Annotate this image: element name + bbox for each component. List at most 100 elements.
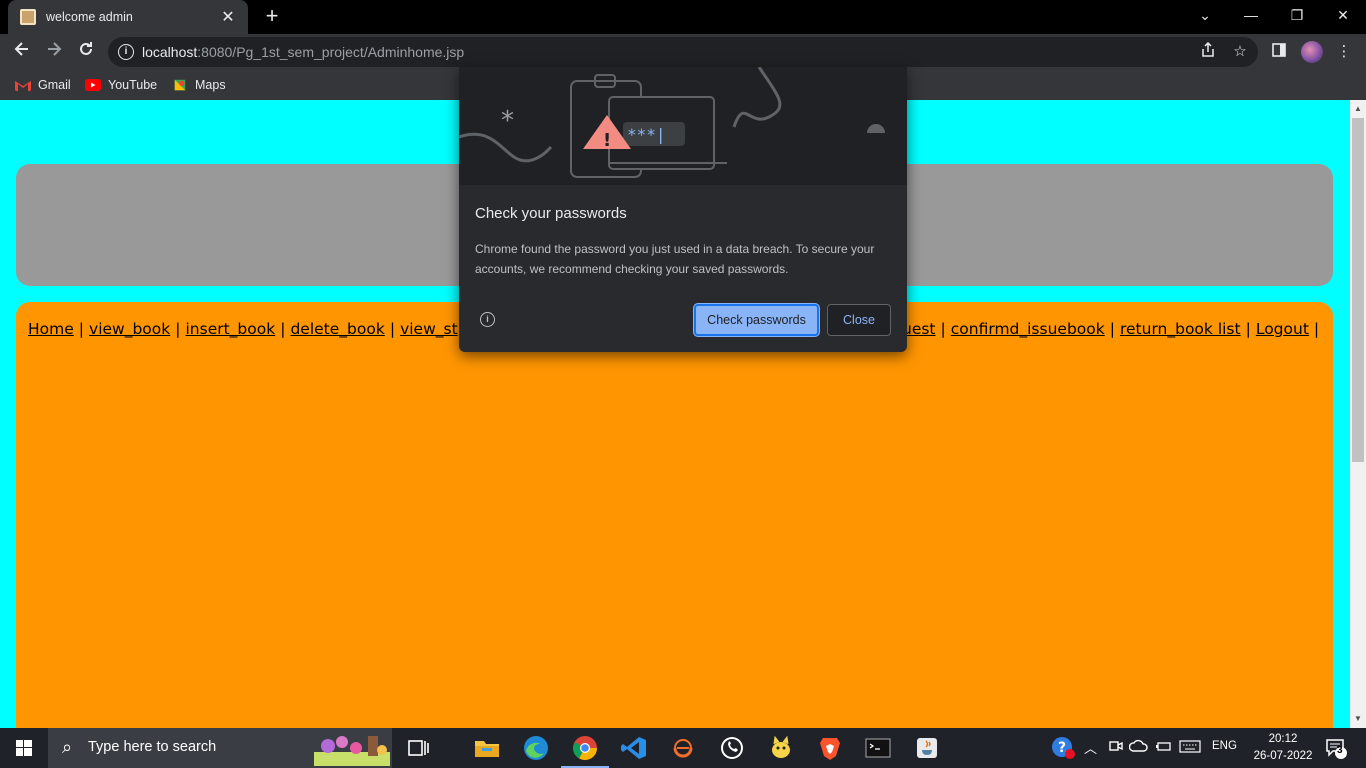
- nav-separator: |: [175, 320, 181, 338]
- eclipse-button[interactable]: [668, 734, 698, 762]
- nav-link-delete-book[interactable]: delete_book: [290, 320, 384, 338]
- nav-link-logout[interactable]: Logout: [1256, 320, 1309, 338]
- nav-link-view-book[interactable]: view_book: [89, 320, 170, 338]
- tomcat-icon: [772, 735, 790, 758]
- java-button[interactable]: [912, 734, 942, 762]
- profile-avatar[interactable]: [1301, 41, 1323, 63]
- dialog-close-button[interactable]: Close: [827, 304, 891, 336]
- notification-count: 3: [1337, 745, 1343, 756]
- notifications-button[interactable]: 3: [1324, 736, 1348, 763]
- bookmark-label: Gmail: [38, 78, 71, 92]
- window-close-button[interactable]: ✕: [1320, 0, 1366, 32]
- task-view-icon: [408, 740, 429, 756]
- meet-now-icon[interactable]: [1108, 738, 1124, 757]
- onedrive-icon[interactable]: [1128, 738, 1149, 757]
- language-indicator[interactable]: ENG: [1212, 740, 1237, 752]
- url-text[interactable]: localhost:8080/Pg_1st_sem_project/Adminh…: [142, 44, 464, 60]
- site-info-icon[interactable]: i: [118, 44, 134, 60]
- youtube-icon: [85, 79, 101, 91]
- bookmark-label: YouTube: [108, 78, 158, 92]
- terminal-icon: [865, 738, 891, 758]
- scroll-up-icon[interactable]: ▲: [1350, 102, 1366, 116]
- back-button[interactable]: [10, 40, 34, 64]
- nav-separator: |: [389, 320, 396, 338]
- file-explorer-button[interactable]: [472, 734, 502, 762]
- check-passwords-dialog: * ***| ! Check your passwords Chrome fou…: [459, 67, 907, 352]
- tab-title: welcome admin: [46, 10, 133, 24]
- bookmark-gmail[interactable]: Gmail: [15, 76, 71, 94]
- show-hidden-icons-icon[interactable]: ︿: [1084, 738, 1097, 757]
- brave-icon: [820, 738, 840, 760]
- chrome-menu-icon[interactable]: ⋮: [1334, 42, 1354, 62]
- keyboard-icon[interactable]: [1179, 738, 1201, 757]
- eclipse-icon: [673, 739, 693, 758]
- admin-nav-menu: Home | view_book | insert_book | delete_book | v…: [28, 320, 458, 338]
- file-explorer-icon: [475, 741, 499, 757]
- tab-search-button[interactable]: ⌄: [1182, 0, 1228, 32]
- new-tab-button[interactable]: +: [260, 5, 284, 29]
- reload-button[interactable]: [74, 40, 98, 64]
- page-scrollbar[interactable]: ▲ ▼: [1350, 100, 1366, 728]
- help-icon[interactable]: ?: [1051, 736, 1075, 763]
- bookmark-youtube[interactable]: YouTube: [85, 76, 157, 94]
- clock-date: 26-07-2022: [1253, 750, 1313, 762]
- vscode-button[interactable]: [619, 734, 649, 762]
- windows-taskbar: ⌕ Type here to search ? ︿ ENG 20:12 26-0…: [0, 728, 1366, 768]
- nav-link-home[interactable]: Home: [28, 320, 74, 338]
- back-arrow-icon: [14, 42, 28, 56]
- whatsapp-icon: [721, 737, 743, 759]
- admin-menu-box: Home | view_book | insert_book | delete_book | v…: [16, 302, 1333, 728]
- restore-button[interactable]: ❐: [1274, 0, 1320, 32]
- clock-time: 20:12: [1268, 733, 1298, 745]
- dialog-info-icon[interactable]: i: [480, 312, 495, 327]
- nav-link-request[interactable]: uest: [902, 320, 936, 338]
- java-icon: [917, 738, 937, 758]
- svg-text:!: !: [603, 130, 611, 151]
- dialog-title: Check your passwords: [475, 205, 627, 222]
- bookmark-star-icon[interactable]: ☆: [1230, 42, 1250, 62]
- reload-icon: [80, 42, 92, 55]
- terminal-button[interactable]: [863, 734, 893, 762]
- tab-close-icon[interactable]: ✕: [220, 7, 236, 27]
- browser-toolbar: i localhost:8080/Pg_1st_sem_project/Admi…: [0, 34, 1366, 70]
- bookmark-maps[interactable]: Maps: [172, 76, 226, 94]
- maps-icon: [174, 79, 186, 91]
- nav-separator: |: [78, 320, 85, 338]
- nav-separator: |: [1109, 320, 1115, 338]
- task-view-button[interactable]: [403, 734, 433, 762]
- nav-separator: |: [1245, 320, 1251, 338]
- whatsapp-button[interactable]: [717, 734, 747, 762]
- admin-nav-menu-right: uest | confirmd_issuebook | return_book list…: [902, 320, 1324, 338]
- tab-strip: welcome admin ✕ + ⌄ — ❐ ✕: [0, 0, 1366, 34]
- edge-icon: [524, 736, 548, 760]
- battery-icon[interactable]: [1155, 738, 1173, 757]
- address-bar[interactable]: i localhost:8080/Pg_1st_sem_project/Admi…: [108, 37, 1258, 67]
- side-panel-icon[interactable]: [1269, 42, 1289, 62]
- nav-link-view-student[interactable]: view_st: [400, 320, 458, 338]
- share-icon[interactable]: [1198, 41, 1218, 62]
- scroll-down-icon[interactable]: ▼: [1350, 712, 1366, 726]
- nav-link-insert-book[interactable]: insert_book: [185, 320, 275, 338]
- brave-button[interactable]: [815, 734, 845, 762]
- nav-link-confirmed-issuebook[interactable]: confirmd_issuebook: [951, 320, 1105, 338]
- browser-tab[interactable]: welcome admin ✕: [8, 0, 248, 34]
- vscode-icon: [621, 737, 646, 759]
- nav-link-return-book-list[interactable]: return_book list: [1120, 320, 1241, 338]
- tomcat-button[interactable]: [766, 734, 796, 762]
- search-placeholder: Type here to search: [88, 739, 217, 755]
- edge-button[interactable]: [521, 734, 551, 762]
- scrollbar-thumb[interactable]: [1352, 118, 1364, 462]
- chrome-icon: [573, 736, 597, 761]
- forward-button[interactable]: [42, 40, 66, 64]
- start-button[interactable]: [0, 728, 48, 768]
- password-breach-illustration: * ***| !: [459, 67, 907, 185]
- forward-arrow-icon: [48, 42, 62, 56]
- taskbar-search-box[interactable]: ⌕ Type here to search: [48, 728, 392, 768]
- minimize-button[interactable]: —: [1228, 0, 1274, 32]
- windows-logo-icon: [16, 740, 32, 756]
- nav-separator: |: [940, 320, 946, 338]
- bookmark-label: Maps: [195, 78, 226, 92]
- system-clock[interactable]: 20:12 26-07-2022: [1248, 731, 1318, 765]
- chrome-button[interactable]: [561, 734, 609, 768]
- check-passwords-button[interactable]: Check passwords: [694, 304, 819, 336]
